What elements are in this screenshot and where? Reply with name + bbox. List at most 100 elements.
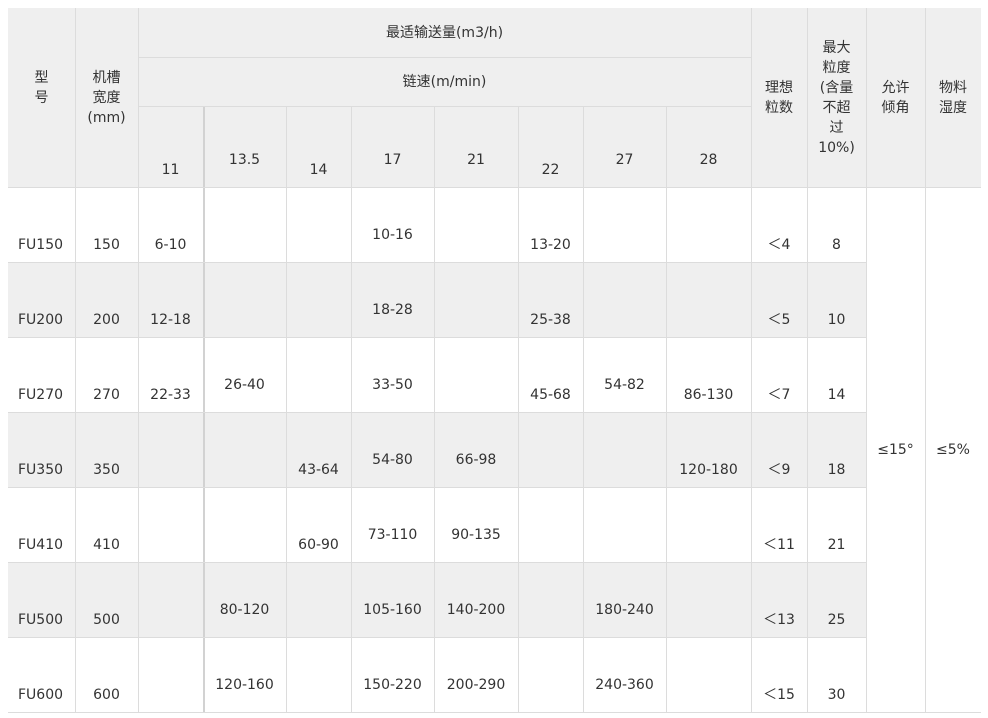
cell-max-size: 25 xyxy=(807,562,866,637)
cell-max-size-value: 10 xyxy=(827,312,846,328)
grid-hline xyxy=(8,337,866,338)
grid-hline xyxy=(8,412,866,413)
cell-speed-21: 66-98 xyxy=(434,412,518,487)
cell-speed-27 xyxy=(583,187,666,262)
cell-speed-17: 10-16 xyxy=(351,187,434,262)
cell-max-size-value: 8 xyxy=(832,237,841,253)
cell-width-value: 500 xyxy=(93,612,120,628)
cell-ideal-value: ＜15 xyxy=(763,687,795,703)
header-angle: 允许 倾角 xyxy=(866,8,925,187)
cell-ideal-value: ＜13 xyxy=(763,612,795,628)
grid-vline xyxy=(351,106,352,712)
cell-speed-27: 240-360 xyxy=(583,637,666,712)
cell-width: 200 xyxy=(75,262,138,337)
cell-speed-17: 18-28 xyxy=(351,262,434,337)
cell-speed-11: 12-18 xyxy=(138,262,203,337)
cell-model-value: FU600 xyxy=(18,687,64,703)
cell-speed-14 xyxy=(286,562,351,637)
cell-ideal-value: ＜11 xyxy=(763,537,795,553)
cell-width: 410 xyxy=(75,487,138,562)
cell-speed-14-value: 60-90 xyxy=(298,537,339,553)
cell-speed-22 xyxy=(518,637,583,712)
cell-width: 600 xyxy=(75,637,138,712)
grid-vline xyxy=(203,106,205,712)
grid-hline xyxy=(8,562,866,563)
cell-speed-17-value: 150-220 xyxy=(363,677,422,693)
cell-speed-17-value: 18-28 xyxy=(372,302,413,318)
grid-hline xyxy=(8,712,981,713)
cell-width: 150 xyxy=(75,187,138,262)
cell-speed-22-value: 25-38 xyxy=(530,312,571,328)
header-speed-11: 11 xyxy=(138,106,203,187)
cell-width-value: 150 xyxy=(93,237,120,253)
cell-speed-27 xyxy=(583,487,666,562)
cell-speed-17: 73-110 xyxy=(351,487,434,562)
cell-model: FU500 xyxy=(8,562,75,637)
grid-vline xyxy=(286,106,287,712)
cell-max-size-value: 25 xyxy=(827,612,846,628)
cell-speed-13-5 xyxy=(203,487,286,562)
cell-speed-27-value: 240-360 xyxy=(595,677,654,693)
header-model-label: 型 号 xyxy=(34,69,49,106)
header-max-size-label: 最大 粒度 (含量 不超 过 10%) xyxy=(818,39,855,156)
cell-ideal: ＜13 xyxy=(751,562,807,637)
grid-vline xyxy=(666,106,667,712)
cell-angle-shared: ≤15° xyxy=(866,187,925,712)
grid-vline xyxy=(138,8,139,712)
grid-hline xyxy=(8,187,981,188)
cell-width-value: 270 xyxy=(93,387,120,403)
cell-model: FU150 xyxy=(8,187,75,262)
cell-speed-11-value: 6-10 xyxy=(154,237,187,253)
cell-speed-21 xyxy=(434,337,518,412)
cell-model-value: FU270 xyxy=(18,387,64,403)
cell-speed-13-5-value: 26-40 xyxy=(224,377,265,393)
header-ideal-particles: 理想 粒数 xyxy=(751,8,807,187)
cell-speed-21-value: 66-98 xyxy=(455,452,497,468)
cell-model: FU270 xyxy=(8,337,75,412)
grid-vline xyxy=(518,106,519,712)
cell-speed-14: 60-90 xyxy=(286,487,351,562)
cell-speed-17: 54-80 xyxy=(351,412,434,487)
cell-width: 500 xyxy=(75,562,138,637)
cell-speed-21-value: 90-135 xyxy=(451,527,501,543)
cell-speed-22 xyxy=(518,562,583,637)
cell-width: 350 xyxy=(75,412,138,487)
cell-ideal-value: ＜7 xyxy=(767,387,791,403)
cell-ideal-value: ＜4 xyxy=(767,237,791,253)
cell-speed-21-value: 200-290 xyxy=(446,677,506,693)
cell-speed-22-value: 45-68 xyxy=(530,387,571,403)
cell-ideal: ＜7 xyxy=(751,337,807,412)
cell-speed-13-5-value: 120-160 xyxy=(215,677,274,693)
spec-table: 型 号 机槽 宽度 (mm) 最适输送量(m3/h) 链速(m/min) 11 … xyxy=(8,8,981,713)
cell-ideal: ＜4 xyxy=(751,187,807,262)
cell-speed-22 xyxy=(518,412,583,487)
cell-ideal-value: ＜5 xyxy=(767,312,791,328)
cell-model-value: FU500 xyxy=(18,612,64,628)
header-speed-14: 14 xyxy=(286,106,351,187)
cell-speed-14-value: 43-64 xyxy=(298,462,339,478)
grid-vline xyxy=(866,8,867,712)
cell-speed-13-5 xyxy=(203,412,286,487)
cell-max-size-value: 14 xyxy=(827,387,846,403)
cell-speed-11-value: 12-18 xyxy=(150,312,191,328)
header-capacity: 最适输送量(m3/h) xyxy=(138,8,751,57)
cell-model: FU410 xyxy=(8,487,75,562)
header-moisture: 物料 湿度 xyxy=(925,8,981,187)
header-speed-28: 28 xyxy=(666,106,751,187)
cell-speed-27: 54-82 xyxy=(583,337,666,412)
cell-speed-14: 43-64 xyxy=(286,412,351,487)
cell-model: FU600 xyxy=(8,637,75,712)
grid-hline xyxy=(8,637,866,638)
cell-ideal: ＜11 xyxy=(751,487,807,562)
cell-model: FU200 xyxy=(8,262,75,337)
cell-speed-17: 105-160 xyxy=(351,562,434,637)
cell-ideal: ＜9 xyxy=(751,412,807,487)
cell-max-size: 14 xyxy=(807,337,866,412)
grid-vline xyxy=(751,8,752,712)
cell-speed-27 xyxy=(583,412,666,487)
cell-speed-11 xyxy=(138,562,203,637)
grid-vline xyxy=(925,8,926,712)
cell-speed-22: 45-68 xyxy=(518,337,583,412)
cell-speed-28-value: 120-180 xyxy=(679,462,738,478)
cell-speed-11: 6-10 xyxy=(138,187,203,262)
